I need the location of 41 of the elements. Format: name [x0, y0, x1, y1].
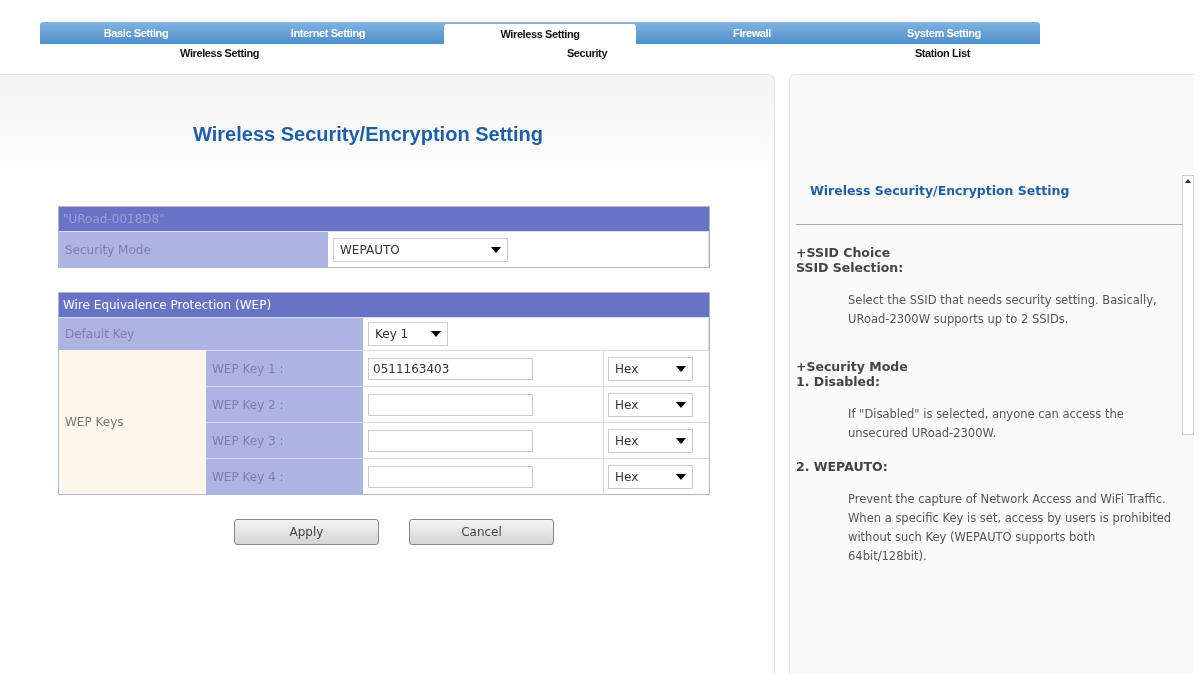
- help-text: Select the SSID that needs security setting. Basically, URoad-2300W supports up to 2 SSIDs.: [847, 292, 1158, 328]
- field-label: WEP Key 2 :: [206, 387, 364, 422]
- help-heading: SSID Selection:: [796, 260, 905, 275]
- field-label: WEP Key 4 :: [206, 459, 364, 494]
- key-format-select[interactable]: Hex: [608, 392, 693, 417]
- form-button[interactable]: Cancel: [409, 519, 554, 545]
- sub-tab[interactable]: Station List: [914, 44, 970, 64]
- caret-icon: [676, 437, 686, 444]
- sub-tab[interactable]: Wireless Setting: [180, 44, 260, 64]
- security-mode-select[interactable]: WEPAUTO: [333, 237, 508, 262]
- key-format-select[interactable]: Hex: [608, 464, 693, 489]
- group-label: WEP Keys: [59, 350, 206, 494]
- caret-icon: [676, 401, 686, 408]
- help-heading: +Security Mode: [796, 359, 909, 374]
- sub-tab[interactable]: Security: [566, 44, 608, 64]
- caret-icon: [431, 331, 441, 337]
- key-format-select[interactable]: Hex: [608, 356, 693, 381]
- help-heading: 2. WEPAUTO:: [796, 459, 889, 474]
- form-button[interactable]: Apply: [234, 519, 379, 545]
- wep-header: Wire Equivalence Protection (WEP): [59, 293, 709, 317]
- page-title: Wireless Security/Encryption Setting: [192, 123, 544, 146]
- help-heading: +SSID Choice: [796, 245, 892, 260]
- help-heading: 1. Disabled:: [796, 374, 881, 389]
- caret-icon: [676, 473, 686, 480]
- scroll-up-icon[interactable]: [1185, 179, 1191, 183]
- field-label: WEP Key 3 :: [206, 423, 364, 458]
- field-label: Security Mode: [59, 232, 329, 267]
- help-text: If "Disabled" is selected, anyone can access the unsecured URoad-2300W.: [847, 406, 1125, 442]
- wep-key-input[interactable]: 0511163403: [368, 357, 533, 380]
- default-key-select[interactable]: Key 1: [368, 322, 448, 346]
- field-label: WEP Key 1 :: [206, 351, 364, 386]
- wep-key-input[interactable]: [368, 465, 533, 488]
- nav-tab[interactable]: Wireless Setting: [444, 24, 636, 44]
- field-label: Default Key: [59, 318, 364, 350]
- wep-key-input[interactable]: [368, 429, 533, 452]
- caret-icon: [676, 365, 686, 372]
- caret-icon: [491, 246, 501, 253]
- wep-key-input[interactable]: [368, 393, 533, 416]
- key-format-select[interactable]: Hex: [608, 428, 693, 453]
- scrollbar[interactable]: [1182, 175, 1194, 435]
- help-text: Prevent the capture of Network Access and WiFi Traffic. When a specific Key is set, access by users is prohibited without such Key (WEPAUTO supports both 64bit/128bit).: [847, 491, 1173, 565]
